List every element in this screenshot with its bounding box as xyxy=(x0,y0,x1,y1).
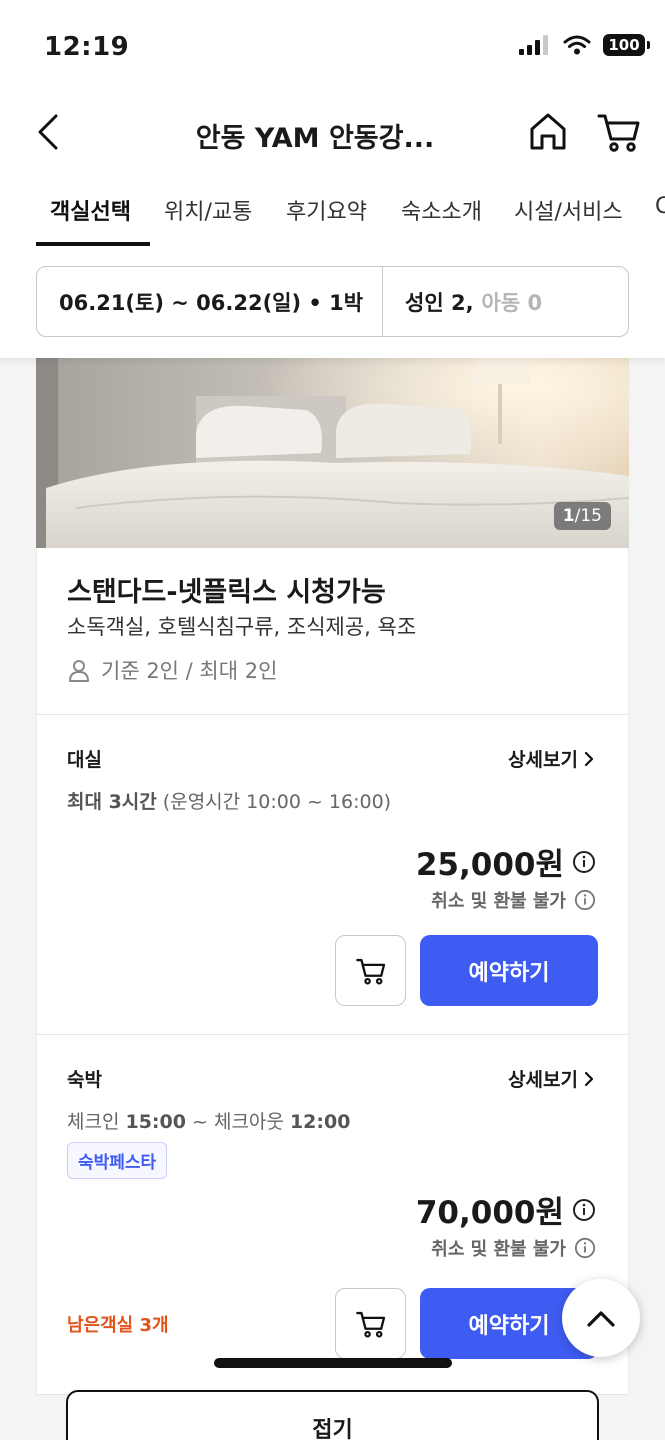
refund-text: 취소 및 환불 불가 xyxy=(431,891,566,912)
info-icon[interactable] xyxy=(572,1198,596,1222)
reserve-button[interactable]: 예약하기 xyxy=(420,935,598,1006)
adults-count: 성인 2, xyxy=(405,290,474,315)
booking-selector-bar: 06.21(토) ~ 06.22(일) • 1박 성인 2, 아동 0 xyxy=(0,246,665,358)
cart-icon xyxy=(355,1311,385,1337)
add-to-cart-button[interactable] xyxy=(335,1288,406,1359)
status-icons: 100 xyxy=(519,34,650,56)
offer-type: 대실 xyxy=(67,749,102,771)
wifi-icon xyxy=(563,35,591,55)
room-capacity: 기준 2인 / 최대 2인 xyxy=(67,655,277,685)
info-icon[interactable] xyxy=(572,850,596,874)
room-photo[interactable]: 1/15 xyxy=(36,358,629,548)
offer-price: 70,000원 xyxy=(416,1187,596,1232)
room-info-card: 스탠다드-넷플릭스 시청가능 소독객실, 호텔식침구류, 조식제공, 욕조 기준… xyxy=(36,548,629,715)
children-count: 아동 0 xyxy=(481,290,543,315)
home-button[interactable] xyxy=(526,110,570,154)
cart-icon xyxy=(597,114,640,152)
status-bar: 12:19 100 xyxy=(0,0,665,96)
detail-link-label: 상세보기 xyxy=(508,1069,578,1091)
scroll-top-button[interactable] xyxy=(562,1279,640,1357)
offer-card-overnight: 숙박 상세보기 체크인 15:00 ~ 체크아웃 12:00 숙박페스타 70,… xyxy=(36,1035,629,1395)
room-name: 스탠다드-넷플릭스 시청가능 xyxy=(67,577,386,608)
collapse-button[interactable]: 접기 xyxy=(66,1390,599,1440)
battery-icon: 100 xyxy=(603,34,650,56)
photo-counter: 1/15 xyxy=(553,502,611,530)
offer-detail-link[interactable]: 상세보기 xyxy=(508,1065,594,1092)
add-to-cart-button[interactable] xyxy=(335,935,406,1006)
offer-detail-link[interactable]: 상세보기 xyxy=(508,745,594,772)
booking-selector: 06.21(토) ~ 06.22(일) • 1박 성인 2, 아동 0 xyxy=(36,266,629,337)
person-icon xyxy=(69,660,89,682)
tab-intro[interactable]: 숙소소개 xyxy=(401,194,482,226)
refund-policy: 취소 및 환불 불가 xyxy=(431,1235,596,1261)
chevron-right-icon xyxy=(584,1071,594,1086)
cellular-signal-icon xyxy=(519,35,548,55)
page-title: 안동 YAM 안동강... xyxy=(195,123,435,154)
info-icon[interactable] xyxy=(574,1237,596,1259)
refund-policy: 취소 및 환불 불가 xyxy=(431,887,596,913)
info-icon[interactable] xyxy=(574,889,596,911)
tab-location[interactable]: 위치/교통 xyxy=(164,194,252,226)
room-list: 1/15 스탠다드-넷플릭스 시청가능 소독객실, 호텔식침구류, 조식제공, … xyxy=(0,358,665,1440)
tab-review-summary[interactable]: 후기요약 xyxy=(286,194,367,226)
promo-badge: 숙박페스타 xyxy=(67,1142,168,1179)
chevron-right-icon xyxy=(584,751,594,766)
tab-facilities[interactable]: 시설/서비스 xyxy=(514,194,623,226)
remaining-rooms: 남은객실 3개 xyxy=(67,1315,169,1336)
price-value: 25,000원 xyxy=(415,847,564,883)
capacity-text: 기준 2인 / 최대 2인 xyxy=(101,659,278,683)
home-icon xyxy=(530,113,566,150)
status-time: 12:19 xyxy=(44,32,130,62)
tab-more[interactable]: C xyxy=(655,194,665,219)
tab-room-select[interactable]: 객실선택 xyxy=(50,194,131,226)
offer-usage-time: 최대 3시간 (운영시간 10:00 ~ 16:00) xyxy=(67,791,392,813)
date-selector[interactable]: 06.21(토) ~ 06.22(일) • 1박 xyxy=(37,267,383,336)
back-button[interactable] xyxy=(28,110,68,154)
room-photo-image xyxy=(36,358,629,548)
chevron-up-icon xyxy=(587,1311,615,1327)
price-value: 70,000원 xyxy=(415,1195,564,1231)
section-tabs: 객실선택 위치/교통 후기요약 숙소소개 시설/서비스 C xyxy=(0,176,665,246)
guest-selector[interactable]: 성인 2, 아동 0 xyxy=(383,267,628,336)
checkin-checkout-time: 체크인 15:00 ~ 체크아웃 12:00 xyxy=(67,1111,351,1133)
offer-card-dayuse: 대실 상세보기 최대 3시간 (운영시간 10:00 ~ 16:00) 25,0… xyxy=(36,715,629,1035)
refund-text: 취소 및 환불 불가 xyxy=(431,1239,566,1260)
room-amenities: 소독객실, 호텔식침구류, 조식제공, 욕조 xyxy=(67,615,417,639)
offer-type: 숙박 xyxy=(67,1069,102,1091)
offer-price: 25,000원 xyxy=(416,839,596,884)
chevron-left-icon xyxy=(38,114,58,150)
detail-link-label: 상세보기 xyxy=(508,749,578,771)
home-indicator xyxy=(214,1358,452,1368)
cart-button[interactable] xyxy=(596,110,642,154)
cart-icon xyxy=(355,958,385,984)
top-header: 안동 YAM 안동강... xyxy=(0,96,665,176)
